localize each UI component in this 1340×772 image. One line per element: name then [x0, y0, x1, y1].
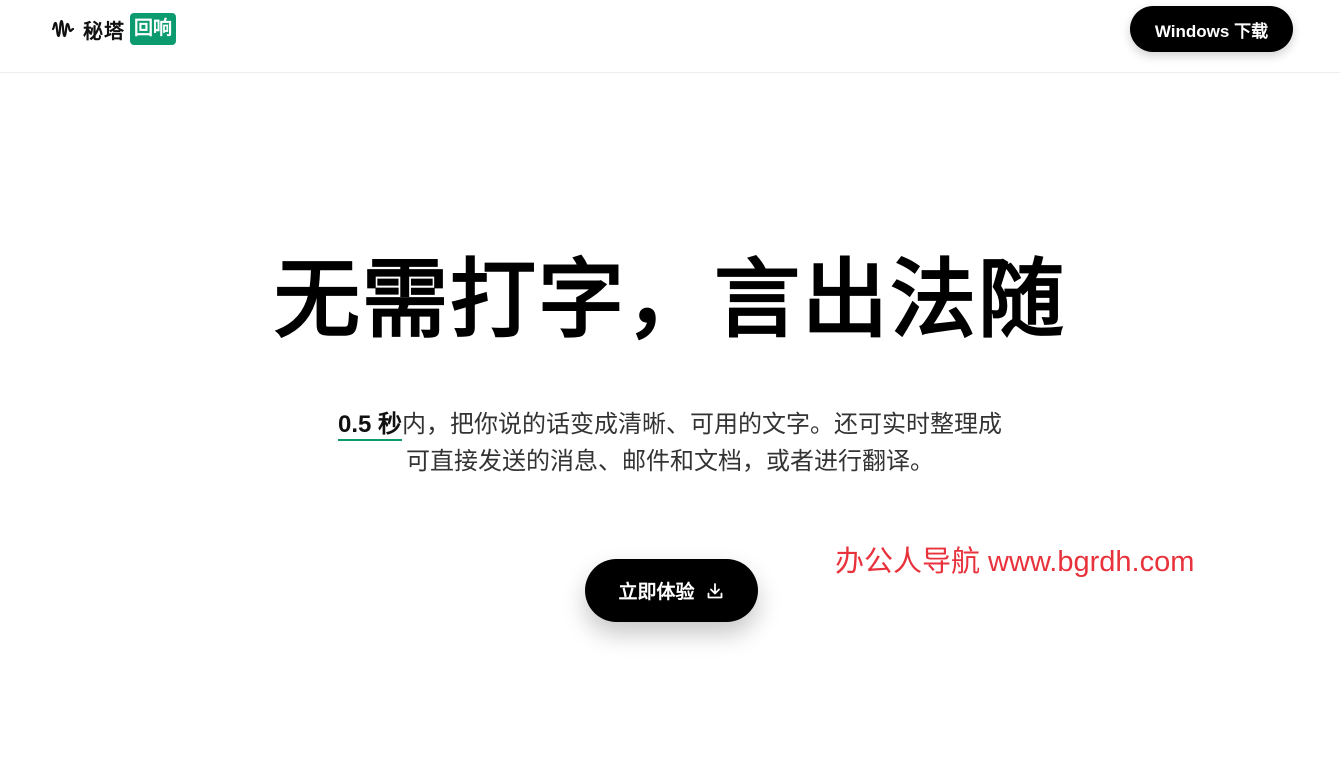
- desc-line2: 可直接发送的消息、邮件和文档，或者进行翻译。: [406, 448, 934, 475]
- highlight-speed: 0.5 秒: [337, 411, 403, 441]
- try-now-button[interactable]: 立即体验: [585, 559, 758, 622]
- logo[interactable]: 秘塔 回响: [51, 12, 177, 46]
- logo-text: 秘塔: [83, 20, 125, 43]
- waveform-icon: [51, 17, 75, 41]
- hero-description: 0.5 秒内，把你说的话变成清晰、可用的文字。还可实时整理成 可直接发送的消息、…: [320, 406, 1020, 480]
- windows-download-button[interactable]: Windows 下载: [1130, 6, 1293, 52]
- watermark-text: 办公人导航 www.bgrdh.com: [835, 546, 1195, 578]
- try-now-label: 立即体验: [618, 582, 695, 603]
- desc-line1: 内，把你说的话变成清晰、可用的文字。还可实时整理成: [402, 411, 1003, 438]
- logo-badge: 回响: [130, 13, 177, 45]
- download-icon: [705, 581, 725, 601]
- hero-title: 无需打字，言出法随: [274, 252, 1066, 348]
- top-header: 秘塔 回响 Windows 下载: [0, 0, 1340, 73]
